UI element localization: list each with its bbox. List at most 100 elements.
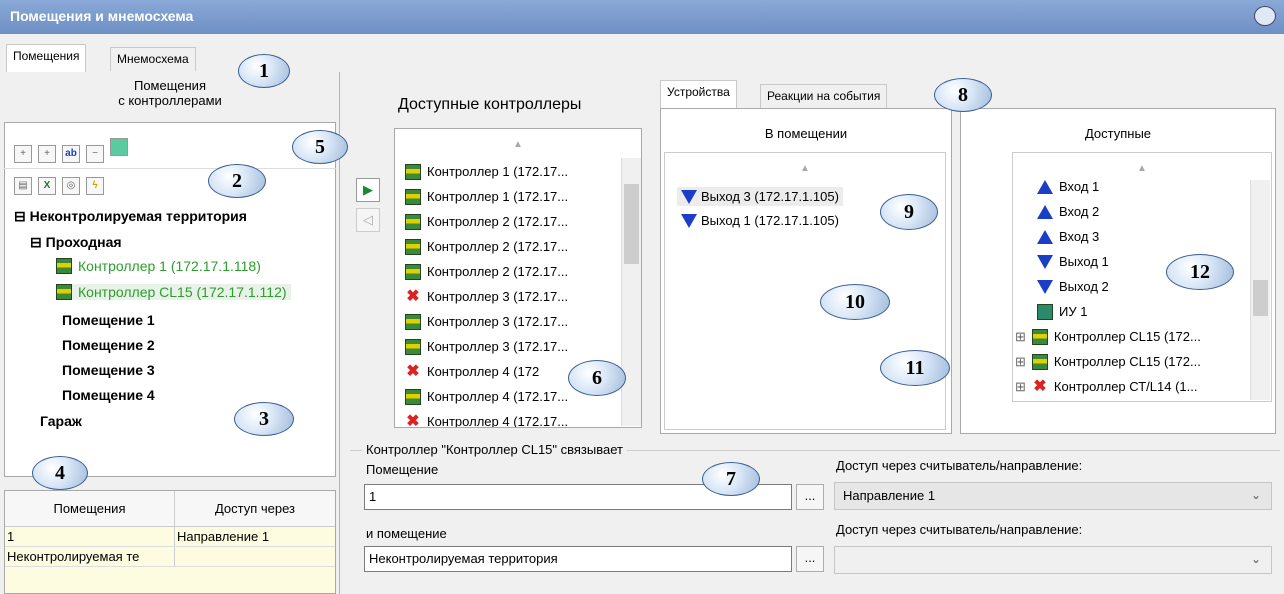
list-item[interactable]: ✖ Контроллер 4 (172.17... (395, 409, 641, 428)
tree-controller-1[interactable]: Контроллер 1 (172.17.1.118) (56, 258, 261, 274)
add-controller-button[interactable]: ▶ (356, 178, 380, 202)
add-child-room-icon[interactable]: + (38, 145, 56, 163)
table-header-access[interactable]: Доступ через (175, 491, 335, 526)
tree-room-4[interactable]: Помещение 4 (62, 387, 155, 403)
tree-controller-2[interactable]: Контроллер CL15 (172.17.1.112) (56, 284, 291, 300)
list-item[interactable]: ИУ 1 (1013, 299, 1271, 324)
chevron-down-icon: ⌄ (1250, 552, 1261, 566)
list-item[interactable]: Контроллер 3 (172.17... (395, 309, 641, 334)
list-item-label: Выход 2 (1059, 279, 1109, 294)
tab-devices[interactable]: Устройства (660, 80, 737, 108)
list-item-label: Контроллер 2 (172.17... (427, 239, 569, 254)
available-controllers-scrollbar[interactable] (621, 158, 641, 426)
list-item[interactable]: ⊞ Контроллер CL15 (172... (1013, 349, 1271, 374)
list-item-label: Вход 2 (1059, 204, 1100, 219)
list-item[interactable]: Контроллер 3 (172.17... (395, 334, 641, 359)
list-item[interactable]: Вход 2 (1013, 199, 1271, 224)
list-item[interactable]: ⊞ Контроллер CL15 (172... (1013, 324, 1271, 349)
and-room-browse-button[interactable]: ... (796, 546, 824, 572)
table-row[interactable]: Неконтролируемая те (5, 547, 335, 567)
tab-reactions[interactable]: Реакции на события (760, 84, 888, 108)
toolbar-divider (4, 168, 336, 169)
list-item[interactable]: ✖ Контроллер 3 (172.17... (395, 284, 641, 309)
tree-controller-2-label: Контроллер CL15 (172.17.1.112) (78, 284, 287, 300)
callout-8: 8 (934, 78, 992, 112)
access-select-2[interactable]: ⌄ (834, 546, 1272, 574)
in-room-title: В помещении (764, 126, 848, 141)
list-item-label: Контроллер CL15 (172... (1053, 354, 1201, 369)
help-icon[interactable] (1254, 6, 1276, 26)
available-scrollbar[interactable] (1250, 180, 1270, 400)
list-item-label: Контроллер 3 (172.17... (427, 314, 569, 329)
actuator-icon (1037, 303, 1053, 320)
tab-rooms[interactable]: Помещения (6, 44, 87, 72)
access-select-1[interactable]: Направление 1 ⌄ (834, 482, 1272, 510)
rename-icon[interactable]: ab (62, 145, 80, 163)
tree-root[interactable]: ⊟ Неконтролируемая территория (14, 208, 247, 225)
window-title: Помещения и мнемосхема (10, 8, 194, 24)
lightning-icon[interactable]: ϟ (86, 177, 104, 195)
export-icon[interactable]: ◎ (62, 177, 80, 195)
list-item-label: Выход 1 (1059, 254, 1109, 269)
list-item-label: Контроллер 1 (172.17... (427, 164, 569, 179)
exit-icon (681, 213, 697, 228)
list-item[interactable]: Контроллер 2 (172.17... (395, 209, 641, 234)
expand-icon[interactable]: ⊞ (1015, 354, 1026, 370)
list-item-label: Контроллер СТ/L14 (1... (1053, 379, 1198, 394)
list-item[interactable]: Контроллер 1 (172.17... (395, 184, 641, 209)
expand-icon[interactable]: ⊞ (1015, 379, 1026, 395)
callout-7: 7 (702, 462, 760, 496)
controller-icon (405, 263, 421, 280)
expand-icon[interactable]: ⊞ (1015, 329, 1026, 345)
rooms-access-table: Помещения Доступ через 1 Направление 1 Н… (4, 490, 336, 594)
room-browse-button[interactable]: ... (796, 484, 824, 510)
list-item-label: Вход 1 (1059, 179, 1100, 194)
callout-2: 2 (208, 164, 266, 198)
and-room-label: и помещение (366, 526, 447, 541)
tree-garage[interactable]: Гараж (40, 413, 82, 429)
link-legend: Контроллер "Контроллер CL15" связывает (362, 442, 627, 457)
callout-4: 4 (32, 456, 88, 490)
table-header-rooms[interactable]: Помещения (5, 491, 175, 526)
callout-12: 12 (1166, 254, 1234, 290)
available-controllers-title: Доступные контроллеры (398, 96, 582, 113)
access-label-1: Доступ через считыватель/направление: (836, 458, 1083, 473)
list-item[interactable]: Контроллер 2 (172.17... (395, 234, 641, 259)
tree-root-label: Неконтролируемая территория (29, 208, 247, 224)
list-item[interactable]: ⊞ ✖ Контроллер СТ/L14 (1... (1013, 374, 1271, 399)
list-item[interactable]: Контроллер 1 (172.17... (395, 159, 641, 184)
tree-room-2[interactable]: Помещение 2 (62, 337, 155, 353)
scroll-up-arrow[interactable]: ▲ (395, 129, 641, 159)
list-item[interactable]: Контроллер 2 (172.17... (395, 259, 641, 284)
tree-room-1[interactable]: Помещение 1 (62, 312, 155, 328)
error-icon: ✖ (406, 412, 420, 428)
list-item[interactable]: Вход 3 (1013, 224, 1271, 249)
table-cell (175, 547, 335, 566)
chevron-down-icon: ⌄ (1250, 488, 1261, 502)
tree-passage[interactable]: ⊟ Проходная (30, 234, 122, 251)
table-row[interactable]: 1 Направление 1 (5, 527, 335, 547)
excel-icon[interactable]: X (38, 177, 56, 195)
list-item[interactable]: Выход 3 (172.17.1.105) (677, 187, 843, 206)
list-item[interactable]: Выход 2 (1013, 274, 1271, 299)
and-room-field[interactable]: Неконтролируемая территория (364, 546, 792, 572)
remove-controller-button[interactable]: ◁ (356, 208, 380, 232)
list-item-label: Контроллер 3 (172.17... (427, 339, 569, 354)
access-select-1-value: Направление 1 (843, 488, 936, 503)
entry-icon (1037, 229, 1053, 244)
list-item[interactable]: Вход 1 (1013, 174, 1271, 199)
tree-room-3[interactable]: Помещение 3 (62, 362, 155, 378)
door-icon[interactable] (110, 138, 128, 156)
list-item-label: Выход 1 (172.17.1.105) (701, 213, 839, 228)
remove-room-icon[interactable]: − (86, 145, 104, 163)
entry-icon (1037, 204, 1053, 219)
exit-icon (681, 189, 697, 204)
list-item-label: Контроллер 3 (172.17... (427, 289, 569, 304)
list-item-label: Контроллер 2 (172.17... (427, 214, 569, 229)
tab-mnemo[interactable]: Мнемосхема (110, 47, 196, 71)
add-room-icon[interactable]: + (14, 145, 32, 163)
toolbar-row-1: + + ab − (14, 138, 134, 163)
list-item[interactable]: Выход 1 (172.17.1.105) (677, 211, 843, 230)
print-icon[interactable]: ▤ (14, 177, 32, 195)
callout-3: 3 (234, 402, 294, 436)
